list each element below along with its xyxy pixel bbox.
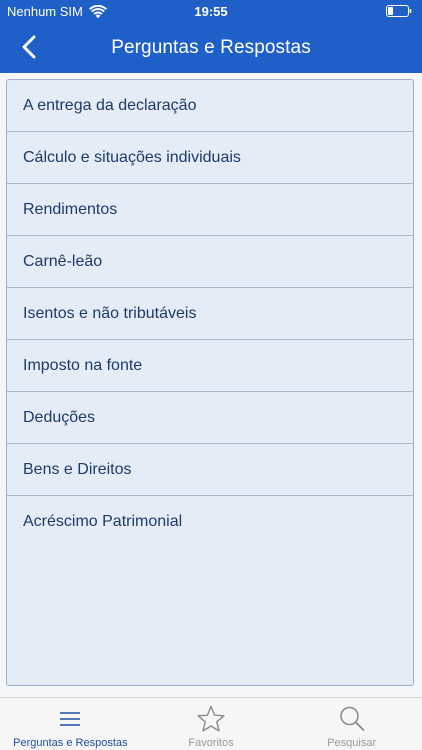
list-item-bens-direitos[interactable]: Bens e Direitos (7, 444, 413, 496)
list-item-deducoes[interactable]: Deduções (7, 392, 413, 444)
status-bar: Nenhum SIM 19:55 (0, 0, 422, 22)
list-item-label: Carnê-leão (23, 252, 103, 270)
app-screen: Nenhum SIM 19:55 Perguntas e Respostas A… (0, 0, 422, 750)
list-item-entrega-declaracao[interactable]: A entrega da declaração (7, 80, 413, 132)
tab-perguntas-respostas[interactable]: Perguntas e Respostas (0, 698, 141, 750)
tab-bar: Perguntas e Respostas Favoritos Pesquisa… (0, 697, 422, 750)
tab-pesquisar[interactable]: Pesquisar (281, 698, 422, 750)
star-icon (197, 705, 225, 732)
tab-label: Perguntas e Respostas (13, 737, 128, 749)
list-item-label: Cálculo e situações individuais (23, 148, 241, 166)
content-area: A entrega da declaração Cálculo e situaç… (0, 73, 422, 697)
list-item-label: Acréscimo Patrimonial (23, 513, 183, 530)
list-item-label: A entrega da declaração (23, 96, 197, 114)
tab-label: Favoritos (188, 737, 234, 749)
list-item-imposto-fonte[interactable]: Imposto na fonte (7, 340, 413, 392)
list-item-label: Deduções (23, 408, 96, 426)
list-item-isentos[interactable]: Isentos e não tributáveis (7, 288, 413, 340)
list-item-calculo-situacoes[interactable]: Cálculo e situações individuais (7, 132, 413, 184)
list-item-label: Rendimentos (23, 200, 118, 218)
top-bar: Nenhum SIM 19:55 Perguntas e Respostas (0, 0, 422, 73)
topics-list: A entrega da declaração Cálculo e situaç… (6, 79, 414, 686)
list-item-rendimentos[interactable]: Rendimentos (7, 184, 413, 236)
navigation-bar: Perguntas e Respostas (0, 22, 422, 73)
search-icon (339, 706, 365, 731)
page-title: Perguntas e Respostas (111, 37, 311, 58)
tab-label: Pesquisar (327, 737, 377, 749)
list-item-label: Imposto na fonte (23, 356, 143, 374)
battery-icon (386, 5, 412, 17)
tab-favoritos[interactable]: Favoritos (141, 698, 282, 750)
list-item-carne-leao[interactable]: Carnê-leão (7, 236, 413, 288)
list-item-acrescimo-patrimonial[interactable]: Acréscimo Patrimonial (7, 496, 413, 548)
list-item-label: Isentos e não tributáveis (23, 304, 197, 322)
list-item-label: Bens e Direitos (23, 460, 132, 478)
status-time: 19:55 (194, 4, 228, 19)
menu-lines-icon (60, 712, 81, 726)
